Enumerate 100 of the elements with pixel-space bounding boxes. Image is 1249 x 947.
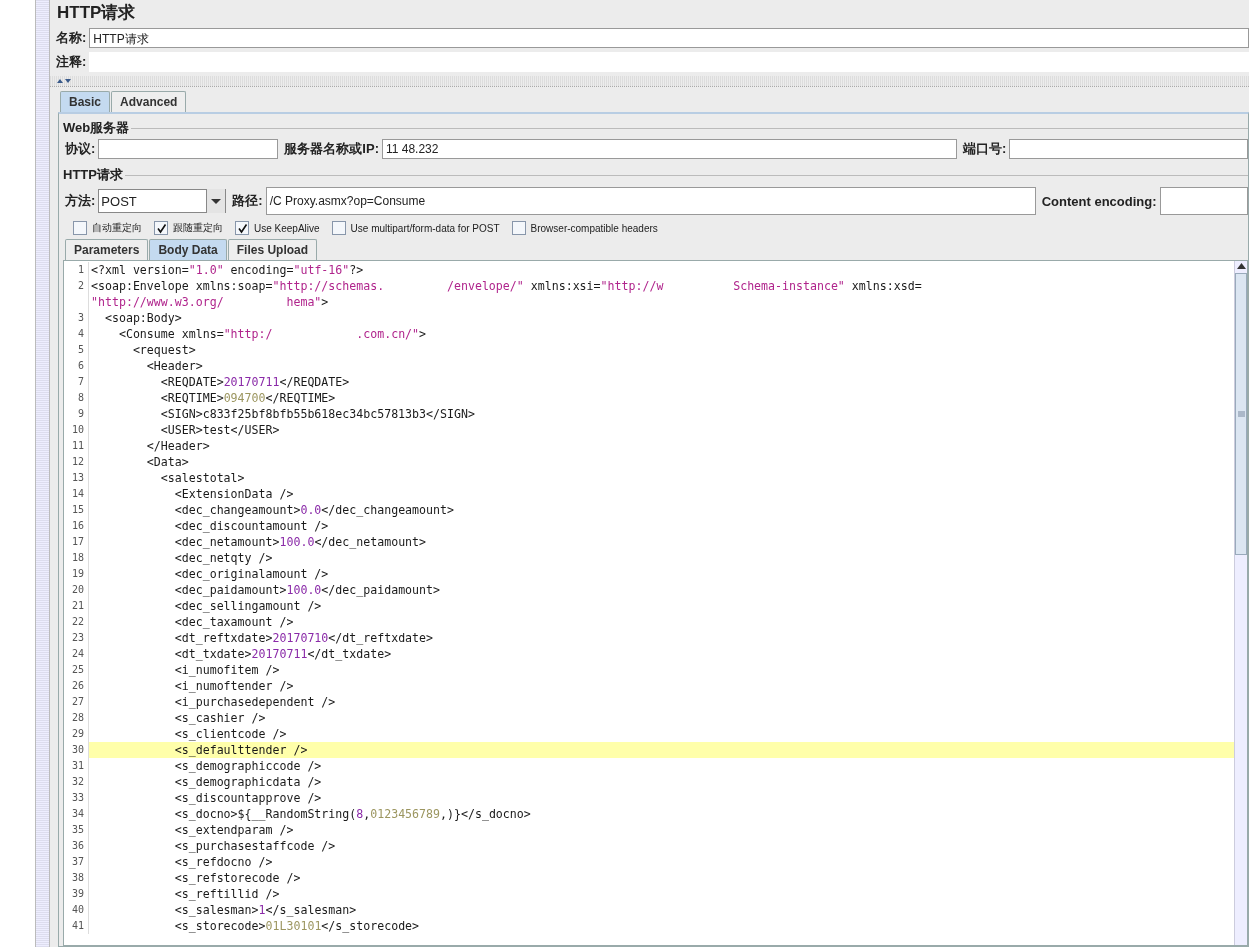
code-line: <salestotal> xyxy=(159,470,245,486)
checkbox[interactable] xyxy=(73,221,87,235)
field-label: 服务器名称或IP: xyxy=(284,140,380,158)
splitter-bar[interactable] xyxy=(35,0,50,947)
code-line: <dec_sellingamount /> xyxy=(173,598,322,614)
line-number: 12 xyxy=(71,456,84,467)
line-number: 35 xyxy=(71,824,84,835)
code-line: <dec_netqty /> xyxy=(173,550,273,566)
line-number: 19 xyxy=(71,568,84,579)
line-number: 21 xyxy=(71,600,84,611)
checkbox-label: 跟随重定向 xyxy=(173,221,223,235)
line-number: 10 xyxy=(71,424,84,435)
line-number: 20 xyxy=(71,584,84,595)
code-line: <ExtensionData /> xyxy=(173,486,294,502)
code-line: <s_clientcode /> xyxy=(173,726,287,742)
code-line: <dt_reftxdate>20170710</dt_reftxdate> xyxy=(173,630,434,646)
code-line: <Header> xyxy=(145,358,203,374)
code-line: <dec_originalamount /> xyxy=(173,566,329,582)
group-legend: Web服务器 xyxy=(63,119,132,137)
code-line: <?xml version="1.0" encoding="utf-16"?> xyxy=(90,262,364,278)
line-number: 36 xyxy=(71,840,84,851)
line-number: 37 xyxy=(71,856,84,867)
code-line: <s_salesman>1</s_salesman> xyxy=(173,902,357,918)
protocol-field[interactable] xyxy=(98,139,279,159)
line-number: 27 xyxy=(71,696,84,707)
line-number: 28 xyxy=(71,712,84,723)
tab[interactable]: Parameters xyxy=(65,239,149,260)
server-field[interactable]: 11 48.232 xyxy=(381,139,957,159)
path-field[interactable]: /C Proxy.asmx?op=Consume xyxy=(265,187,1036,215)
code-line: <i_numoftender /> xyxy=(173,678,294,694)
line-number: 34 xyxy=(71,808,84,819)
collapse-arrows-icon[interactable] xyxy=(56,78,72,84)
group-legend: HTTP请求 xyxy=(63,166,125,184)
code-line: <soap:Body> xyxy=(103,310,182,326)
checkbox-label: Use multipart/form-data for POST xyxy=(350,222,500,234)
field-label: 端口号: xyxy=(962,140,1008,158)
code-line: <Consume xmlns="http:/ .com.cn/"> xyxy=(117,326,427,342)
line-number: 5 xyxy=(77,344,84,355)
code-line: <s_reftillid /> xyxy=(173,886,280,902)
code-line: <s_refstorecode /> xyxy=(173,870,301,886)
checkbox[interactable] xyxy=(331,221,346,235)
code-line: <s_storecode>01L30101</s_storecode> xyxy=(173,918,420,934)
checkbox[interactable] xyxy=(154,221,168,235)
line-number: 31 xyxy=(71,760,84,771)
tab[interactable]: Body Data xyxy=(149,239,227,260)
line-number: 6 xyxy=(77,360,84,371)
code-line: <dec_taxamount /> xyxy=(173,614,294,630)
code-line: <Data> xyxy=(145,454,189,470)
field-label: 协议: xyxy=(65,140,97,158)
code-line: <s_extendparam /> xyxy=(173,822,294,838)
line-number: 8 xyxy=(77,392,84,403)
line-number: 14 xyxy=(71,488,84,499)
line-number: 13 xyxy=(71,472,84,483)
line-number: 16 xyxy=(71,520,84,531)
port-field[interactable] xyxy=(1009,139,1248,159)
field-label: 路径: xyxy=(232,192,264,210)
tab[interactable]: Advanced xyxy=(111,91,187,112)
code-line: <SIGN>c833f25bf8bfb55b618ec34bc57813b3</SIGN> xyxy=(159,406,475,422)
checkbox-label: Use KeepAlive xyxy=(254,222,320,234)
code-line: <i_purchasedependent /> xyxy=(173,694,336,710)
line-number: 39 xyxy=(71,888,84,899)
code-line: <REQTIME>094700</REQTIME> xyxy=(159,390,336,406)
line-number: 4 xyxy=(77,328,84,339)
tab[interactable]: Files Upload xyxy=(227,239,318,260)
code-line: <s_purchasestaffcode /> xyxy=(173,838,336,854)
code-line: "http://www.w3.org/ hema"> xyxy=(90,294,329,310)
panel-title: HTTP请求 xyxy=(56,2,137,24)
line-number: 22 xyxy=(71,616,84,627)
checkbox[interactable] xyxy=(235,221,249,235)
line-number: 29 xyxy=(71,728,84,739)
code-line: </Header> xyxy=(145,438,210,454)
code-line: <USER>test</USER> xyxy=(159,422,280,438)
field-label: 注释: xyxy=(56,53,88,71)
method-dropdown[interactable]: POST xyxy=(98,189,227,213)
line-number: 18 xyxy=(71,552,84,563)
line-number: 17 xyxy=(71,536,84,547)
code-line: <s_defaulttender /> xyxy=(173,742,308,758)
line-number: 9 xyxy=(77,408,84,419)
line-number: 1 xyxy=(77,264,84,275)
line-number: 24 xyxy=(71,648,84,659)
code-line: <REQDATE>20170711</REQDATE> xyxy=(159,374,350,390)
code-line: <dec_changeamount>0.0</dec_changeamount> xyxy=(173,502,454,518)
line-number: 23 xyxy=(71,632,84,643)
name-field[interactable]: HTTP请求 xyxy=(89,28,1249,48)
line-number: 26 xyxy=(71,680,84,691)
field-label: 名称: xyxy=(56,29,88,47)
encoding-field[interactable] xyxy=(1159,187,1248,215)
field-label: Content encoding: xyxy=(1041,193,1158,209)
code-line: <dec_paidamount>100.0</dec_paidamount> xyxy=(173,582,441,598)
scrollbar[interactable] xyxy=(1234,261,1247,945)
line-number: 11 xyxy=(71,440,84,451)
scroll-up-icon[interactable] xyxy=(1235,261,1247,271)
code-line: <i_numofitem /> xyxy=(173,662,280,678)
line-number: 41 xyxy=(71,920,84,931)
code-line: <s_cashier /> xyxy=(173,710,266,726)
tab[interactable]: Basic xyxy=(60,91,111,112)
code-line: <s_refdocno /> xyxy=(173,854,273,870)
line-number: 15 xyxy=(71,504,84,515)
line-number: 32 xyxy=(71,776,84,787)
checkbox[interactable] xyxy=(511,221,526,235)
